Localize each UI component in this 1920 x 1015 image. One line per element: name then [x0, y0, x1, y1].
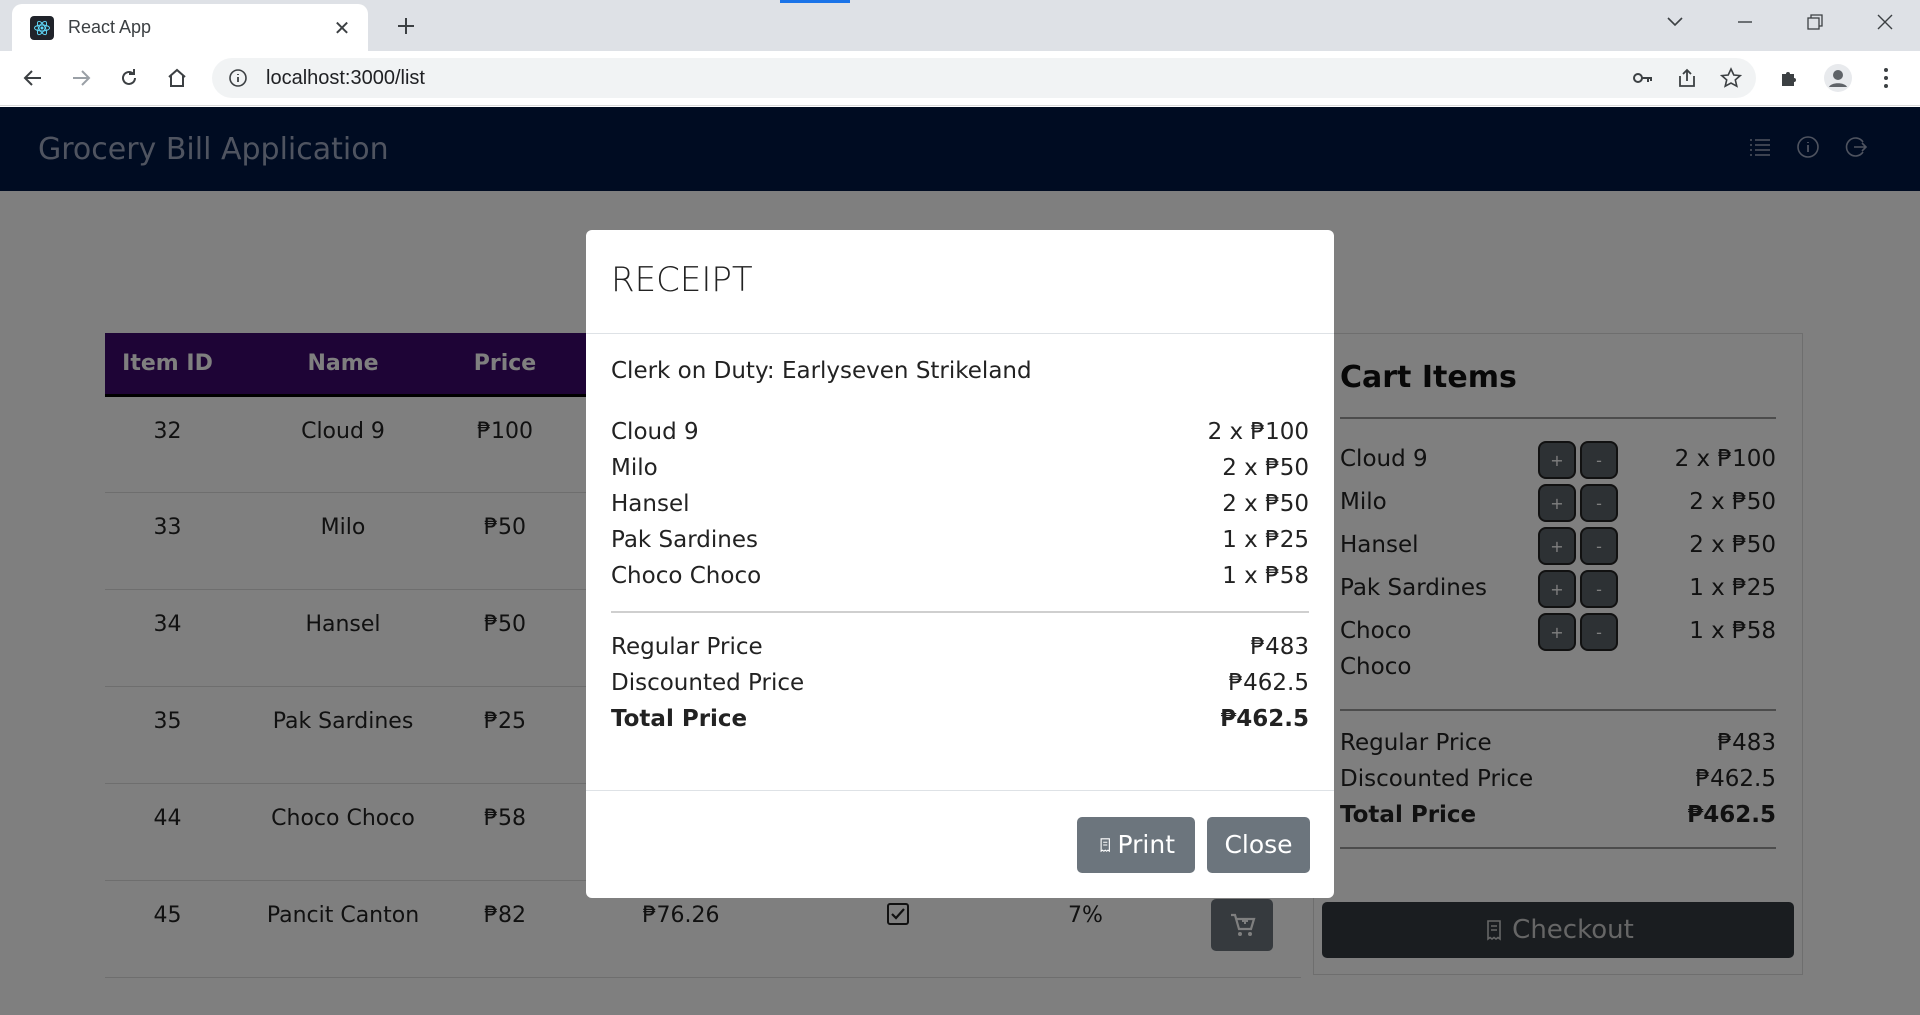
restore-icon [1807, 14, 1823, 30]
receipt-item-name: Hansel [611, 491, 690, 517]
tab-search-button[interactable] [1640, 0, 1710, 44]
modal-title: RECEIPT [611, 260, 753, 300]
puzzle-icon [1782, 72, 1796, 86]
receipt-discounted-price-row: Discounted Price ₱462.5 [611, 665, 1309, 701]
close-icon [1877, 14, 1893, 30]
window-controls [1640, 0, 1920, 44]
chevron-down-icon [1667, 17, 1683, 27]
restore-button[interactable] [1780, 0, 1850, 44]
star-icon[interactable] [1720, 67, 1742, 89]
arrow-left-icon [23, 70, 41, 86]
print-button[interactable]: Print [1077, 816, 1195, 873]
tab-loading-indicator [780, 0, 850, 3]
clerk-on-duty: Clerk on Duty: Earlyseven Strikeland [611, 358, 1032, 384]
url-text: localhost:3000/list [266, 66, 425, 89]
receipt-item-qty-price: 1 x ₱25 [1222, 527, 1309, 553]
info-icon[interactable] [228, 68, 248, 88]
receipt-modal: RECEIPT Clerk on Duty: Earlyseven Strike… [586, 230, 1334, 898]
divider [611, 611, 1309, 613]
profile-button[interactable] [1819, 59, 1857, 97]
key-icon[interactable] [1632, 67, 1654, 89]
receipt-item-qty-price: 2 x ₱50 [1222, 491, 1309, 517]
more-vertical-icon [1884, 68, 1888, 88]
omnibox-actions [1632, 58, 1742, 98]
modal-body: Clerk on Duty: Earlyseven Strikeland Clo… [586, 334, 1334, 737]
new-tab-button[interactable] [390, 10, 422, 42]
browser-tabbar: React App ✕ [0, 0, 1920, 51]
receipt-item: Pak Sardines 1 x ₱25 [611, 522, 1309, 558]
total-price-label: Total Price [611, 706, 748, 732]
modal-footer: Print Close [586, 790, 1334, 898]
forward-button[interactable] [62, 59, 100, 97]
receipt-item-name: Choco Choco [611, 563, 762, 589]
close-button[interactable]: Close [1207, 816, 1310, 873]
arrow-right-icon [73, 70, 91, 86]
discounted-price-value: ₱462.5 [1228, 670, 1309, 696]
receipt-item: Cloud 9 2 x ₱100 [611, 414, 1309, 450]
minimize-icon [1738, 21, 1752, 23]
reload-button[interactable] [110, 59, 148, 97]
window-close-button[interactable] [1850, 0, 1920, 44]
back-button[interactable] [14, 59, 52, 97]
home-icon [168, 68, 186, 87]
extensions-button[interactable] [1771, 59, 1809, 97]
receipt-total-price-row: Total Price ₱462.5 [611, 701, 1309, 737]
close-icon[interactable]: ✕ [330, 16, 354, 40]
react-icon [30, 15, 54, 40]
avatar-icon [1824, 64, 1852, 92]
close-label: Close [1224, 830, 1293, 859]
home-button[interactable] [158, 59, 196, 97]
app-root: Grocery Bill Application Item ID Name Pr… [0, 107, 1920, 1015]
share-icon[interactable] [1676, 67, 1698, 89]
menu-button[interactable] [1867, 59, 1905, 97]
receipt-item-name: Pak Sardines [611, 527, 759, 553]
address-bar[interactable]: localhost:3000/list [212, 58, 1756, 98]
regular-price-value: ₱483 [1250, 634, 1309, 660]
regular-price-label: Regular Price [611, 634, 763, 660]
minimize-button[interactable] [1710, 0, 1780, 44]
receipt-item-qty-price: 2 x ₱50 [1222, 455, 1309, 481]
receipt-item: Choco Choco 1 x ₱58 [611, 558, 1309, 594]
receipt-item: Milo 2 x ₱50 [611, 450, 1309, 486]
receipt-regular-price-row: Regular Price ₱483 [611, 629, 1309, 665]
receipt-item-name: Milo [611, 455, 658, 481]
browser-toolbar: localhost:3000/list [0, 51, 1920, 106]
receipt-item-qty-price: 1 x ₱58 [1222, 563, 1309, 589]
tab-title: React App [68, 17, 152, 37]
browser-tab[interactable]: React App ✕ [12, 4, 368, 51]
receipt-item-qty-price: 2 x ₱100 [1207, 419, 1309, 445]
modal-header: RECEIPT [586, 230, 1334, 334]
receipt-item: Hansel 2 x ₱50 [611, 486, 1309, 522]
total-price-value: ₱462.5 [1220, 706, 1309, 732]
receipt-item-name: Cloud 9 [611, 419, 699, 445]
plus-icon [398, 18, 414, 34]
receipt-icon [1100, 837, 1110, 852]
discounted-price-label: Discounted Price [611, 670, 805, 696]
print-label: Print [1117, 830, 1175, 859]
reload-icon [122, 69, 136, 85]
